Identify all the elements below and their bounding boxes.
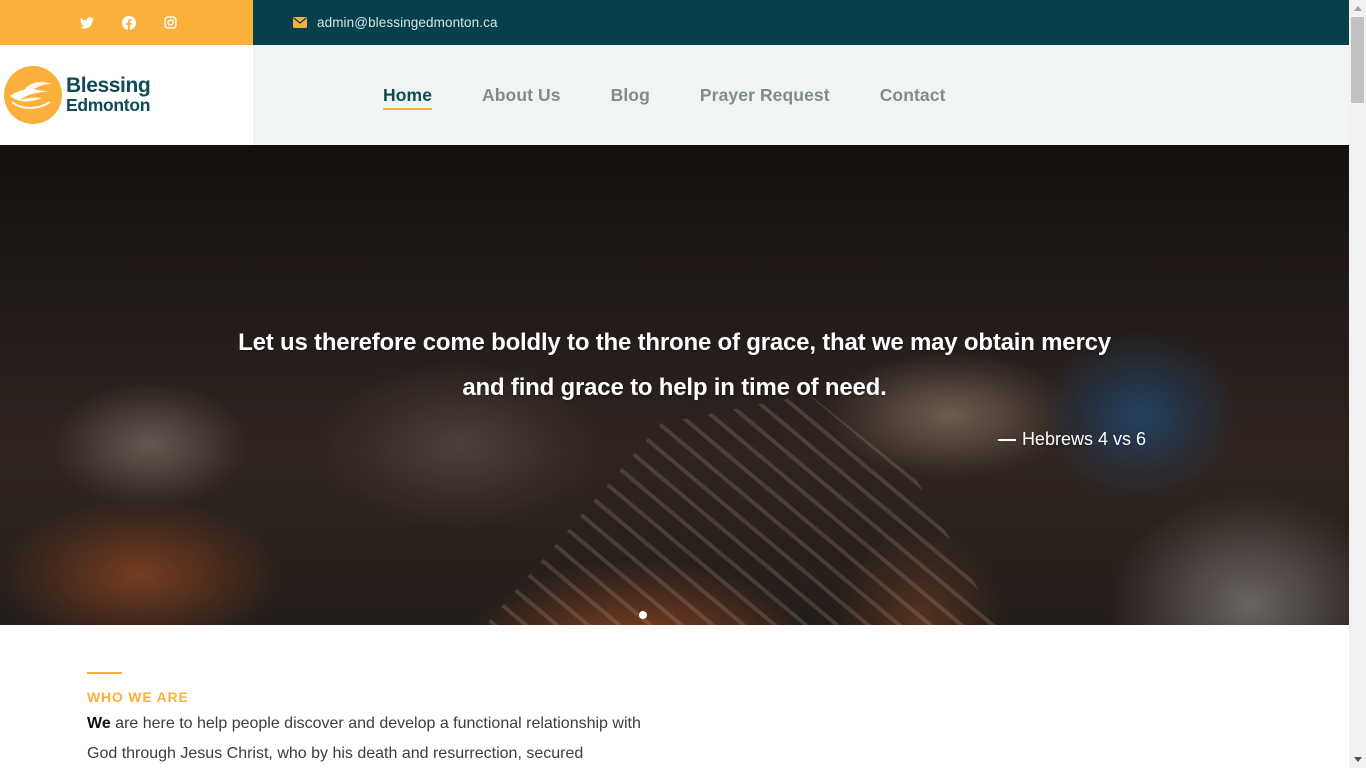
email-link[interactable]: admin@blessingedmonton.ca: [317, 15, 498, 30]
nav-contact[interactable]: Contact: [880, 85, 946, 106]
about-paragraph: We are here to help people discover and …: [87, 709, 667, 768]
nav-prayer-request[interactable]: Prayer Request: [700, 85, 830, 106]
twitter-icon[interactable]: [78, 14, 96, 32]
hero-quote: Let us therefore come boldly to the thro…: [0, 320, 1349, 410]
page-scrollbar[interactable]: [1349, 0, 1366, 768]
scroll-down-arrow-icon[interactable]: [1349, 751, 1366, 768]
section-eyebrow: WHO WE ARE: [87, 689, 189, 705]
contact-strip: admin@blessingedmonton.ca: [253, 0, 1349, 45]
citation-dash: [997, 438, 1016, 441]
section-accent-rule: [87, 672, 122, 674]
hero-citation: Hebrews 4 vs 6: [997, 429, 1146, 450]
scroll-up-arrow-icon[interactable]: [1349, 0, 1366, 17]
scrollbar-thumb[interactable]: [1351, 17, 1364, 103]
top-bar: admin@blessingedmonton.ca: [0, 0, 1349, 45]
about-body-text: are here to help people discover and dev…: [87, 715, 641, 762]
site-header: Blessing Edmonton Home About Us Blog Pra…: [0, 45, 1349, 145]
main-nav: Home About Us Blog Prayer Request Contac…: [253, 45, 1349, 145]
slider-dot-1[interactable]: [639, 611, 647, 619]
dove-icon: [4, 66, 62, 124]
hero-slider: Let us therefore come boldly to the thro…: [0, 145, 1349, 625]
logo-line-2: Edmonton: [66, 95, 151, 116]
nav-home[interactable]: Home: [383, 85, 433, 110]
logo-wordmark: Blessing Edmonton: [66, 74, 151, 116]
logo-line-1: Blessing: [66, 74, 151, 98]
instagram-icon[interactable]: [162, 14, 180, 32]
nav-about-us[interactable]: About Us: [482, 85, 561, 106]
hero-quote-line-2: and find grace to help in time of need.: [462, 374, 887, 401]
about-lead-word: We: [87, 715, 111, 732]
facebook-icon[interactable]: [120, 14, 138, 32]
who-we-are-section: WHO WE ARE We are here to help people di…: [0, 625, 1349, 768]
citation-text: Hebrews 4 vs 6: [1021, 429, 1146, 449]
nav-blog[interactable]: Blog: [611, 85, 650, 106]
social-links: [0, 0, 253, 45]
site-logo[interactable]: Blessing Edmonton: [0, 45, 253, 145]
hero-quote-line-1: Let us therefore come boldly to the thro…: [238, 329, 1111, 356]
envelope-icon: [293, 17, 307, 28]
